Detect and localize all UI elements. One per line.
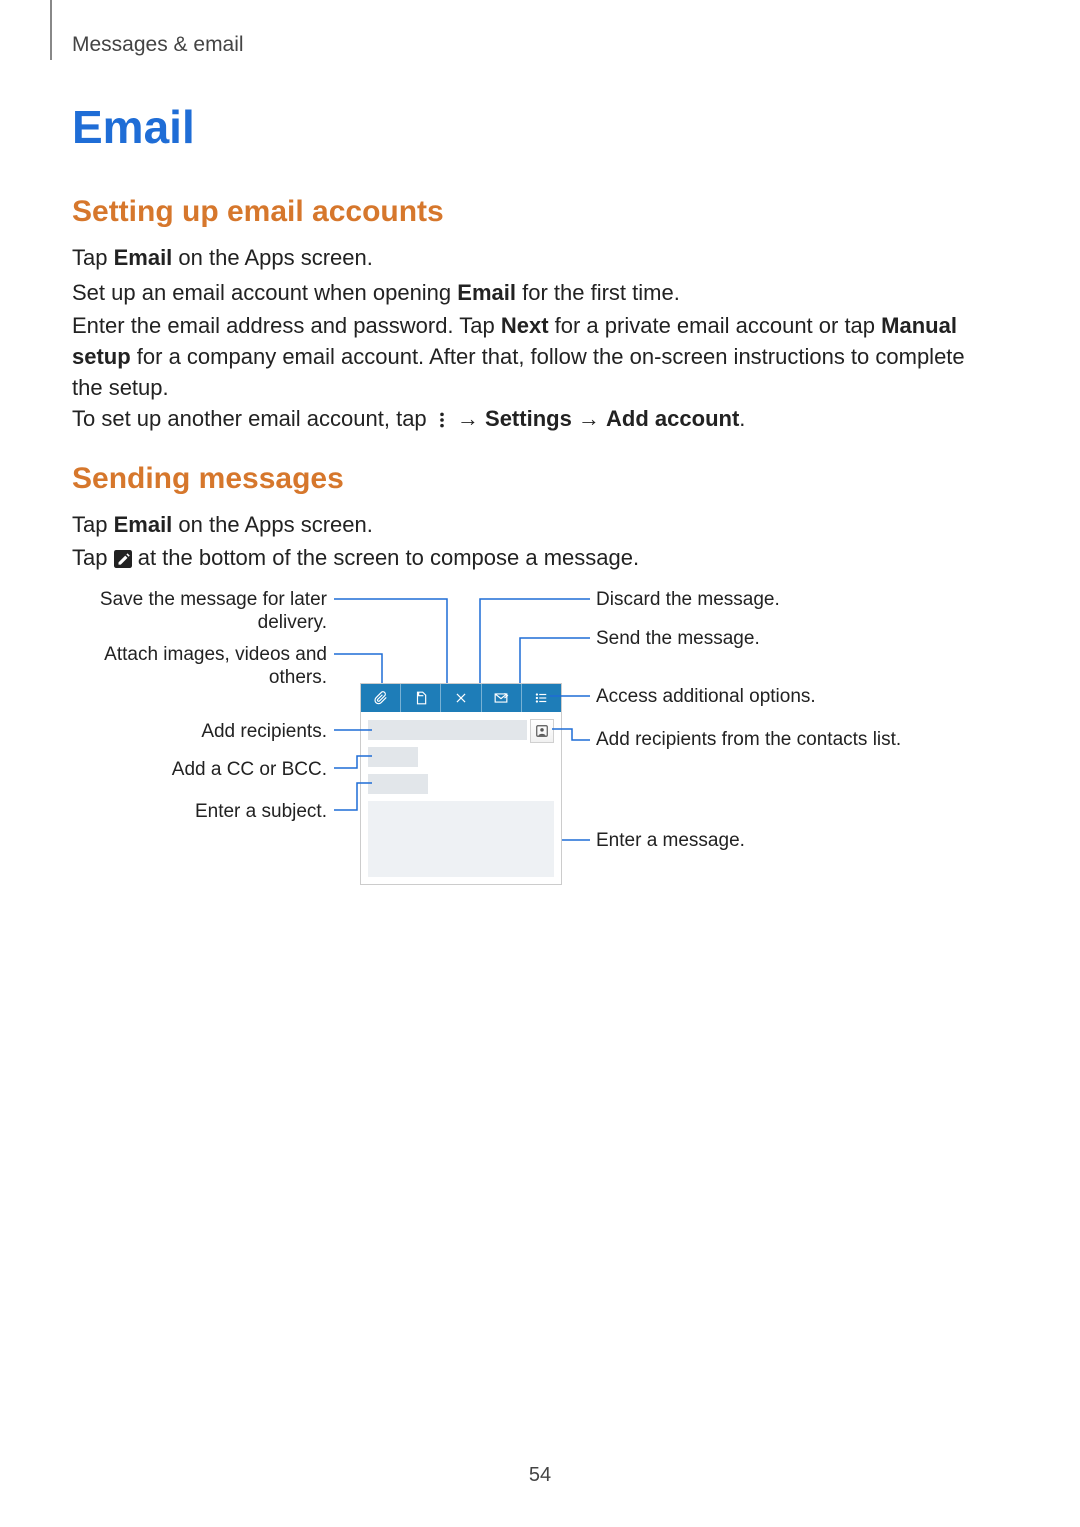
more-vert-icon (433, 406, 451, 424)
page: Messages & email Email Setting up email … (0, 0, 1080, 1527)
paragraph-4: To set up another email account, tap → S… (72, 403, 992, 434)
paragraph-5: Tap Email on the Apps screen. (72, 509, 992, 540)
paragraph-3: Enter the email address and password. Ta… (72, 310, 992, 403)
breadcrumb: Messages & email (72, 33, 244, 57)
heading-setting-up: Setting up email accounts (72, 195, 444, 229)
heading-sending-messages: Sending messages (72, 462, 344, 496)
header-corner-mark (50, 0, 52, 60)
compose-icon (114, 545, 132, 563)
callout-leader-lines (72, 588, 992, 888)
paragraph-6: Tap at the bottom of the screen to compo… (72, 542, 992, 573)
heading-email: Email (72, 100, 195, 154)
page-number: 54 (0, 1464, 1080, 1487)
paragraph-1: Tap Email on the Apps screen. (72, 242, 992, 273)
compose-diagram: Save the message for later delivery. Att… (72, 588, 992, 888)
paragraph-2: Set up an email account when opening Ema… (72, 277, 992, 308)
